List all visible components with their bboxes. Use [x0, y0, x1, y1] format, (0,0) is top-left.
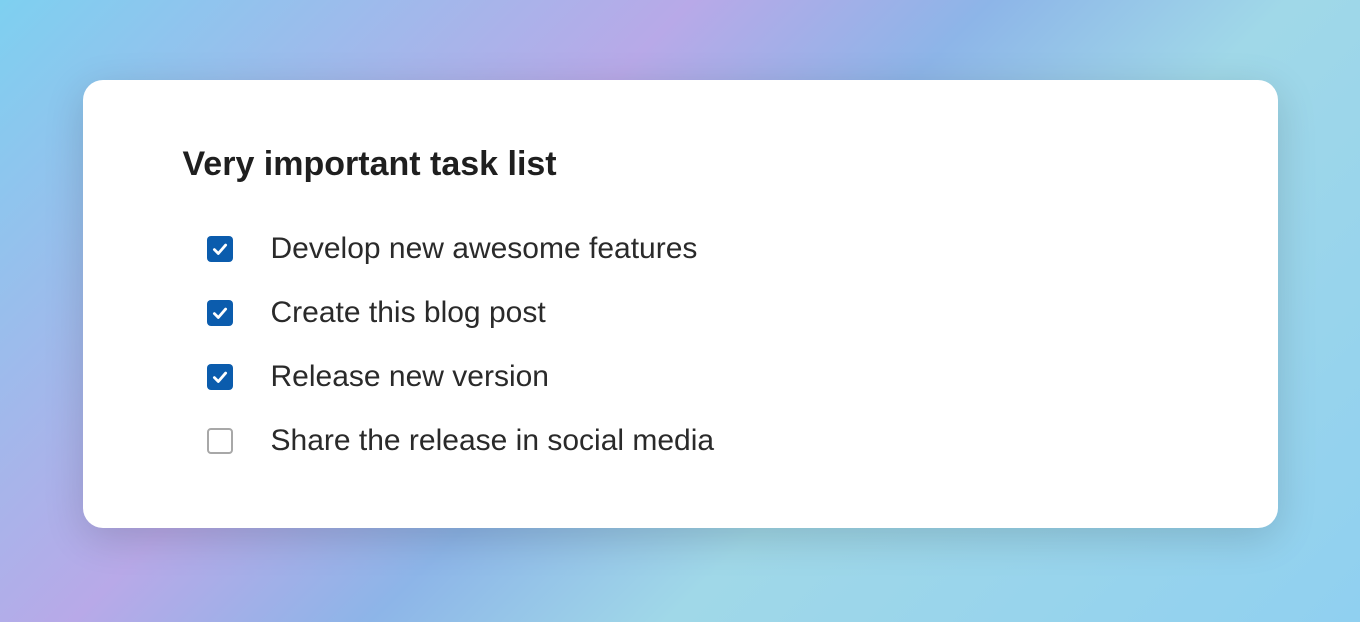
task-list: Develop new awesome features Create this… [183, 232, 1178, 458]
checkbox-checked-icon[interactable] [207, 364, 233, 390]
checkbox-unchecked-icon[interactable] [207, 428, 233, 454]
checkbox-checked-icon[interactable] [207, 236, 233, 262]
task-item: Release new version [207, 360, 1178, 394]
task-label: Develop new awesome features [271, 232, 698, 266]
task-item: Create this blog post [207, 296, 1178, 330]
task-item: Share the release in social media [207, 424, 1178, 458]
checkbox-checked-icon[interactable] [207, 300, 233, 326]
task-label: Create this blog post [271, 296, 546, 330]
task-item: Develop new awesome features [207, 232, 1178, 266]
task-label: Share the release in social media [271, 424, 715, 458]
card-title: Very important task list [183, 145, 1178, 184]
task-card: Very important task list Develop new awe… [83, 80, 1278, 528]
task-label: Release new version [271, 360, 549, 394]
